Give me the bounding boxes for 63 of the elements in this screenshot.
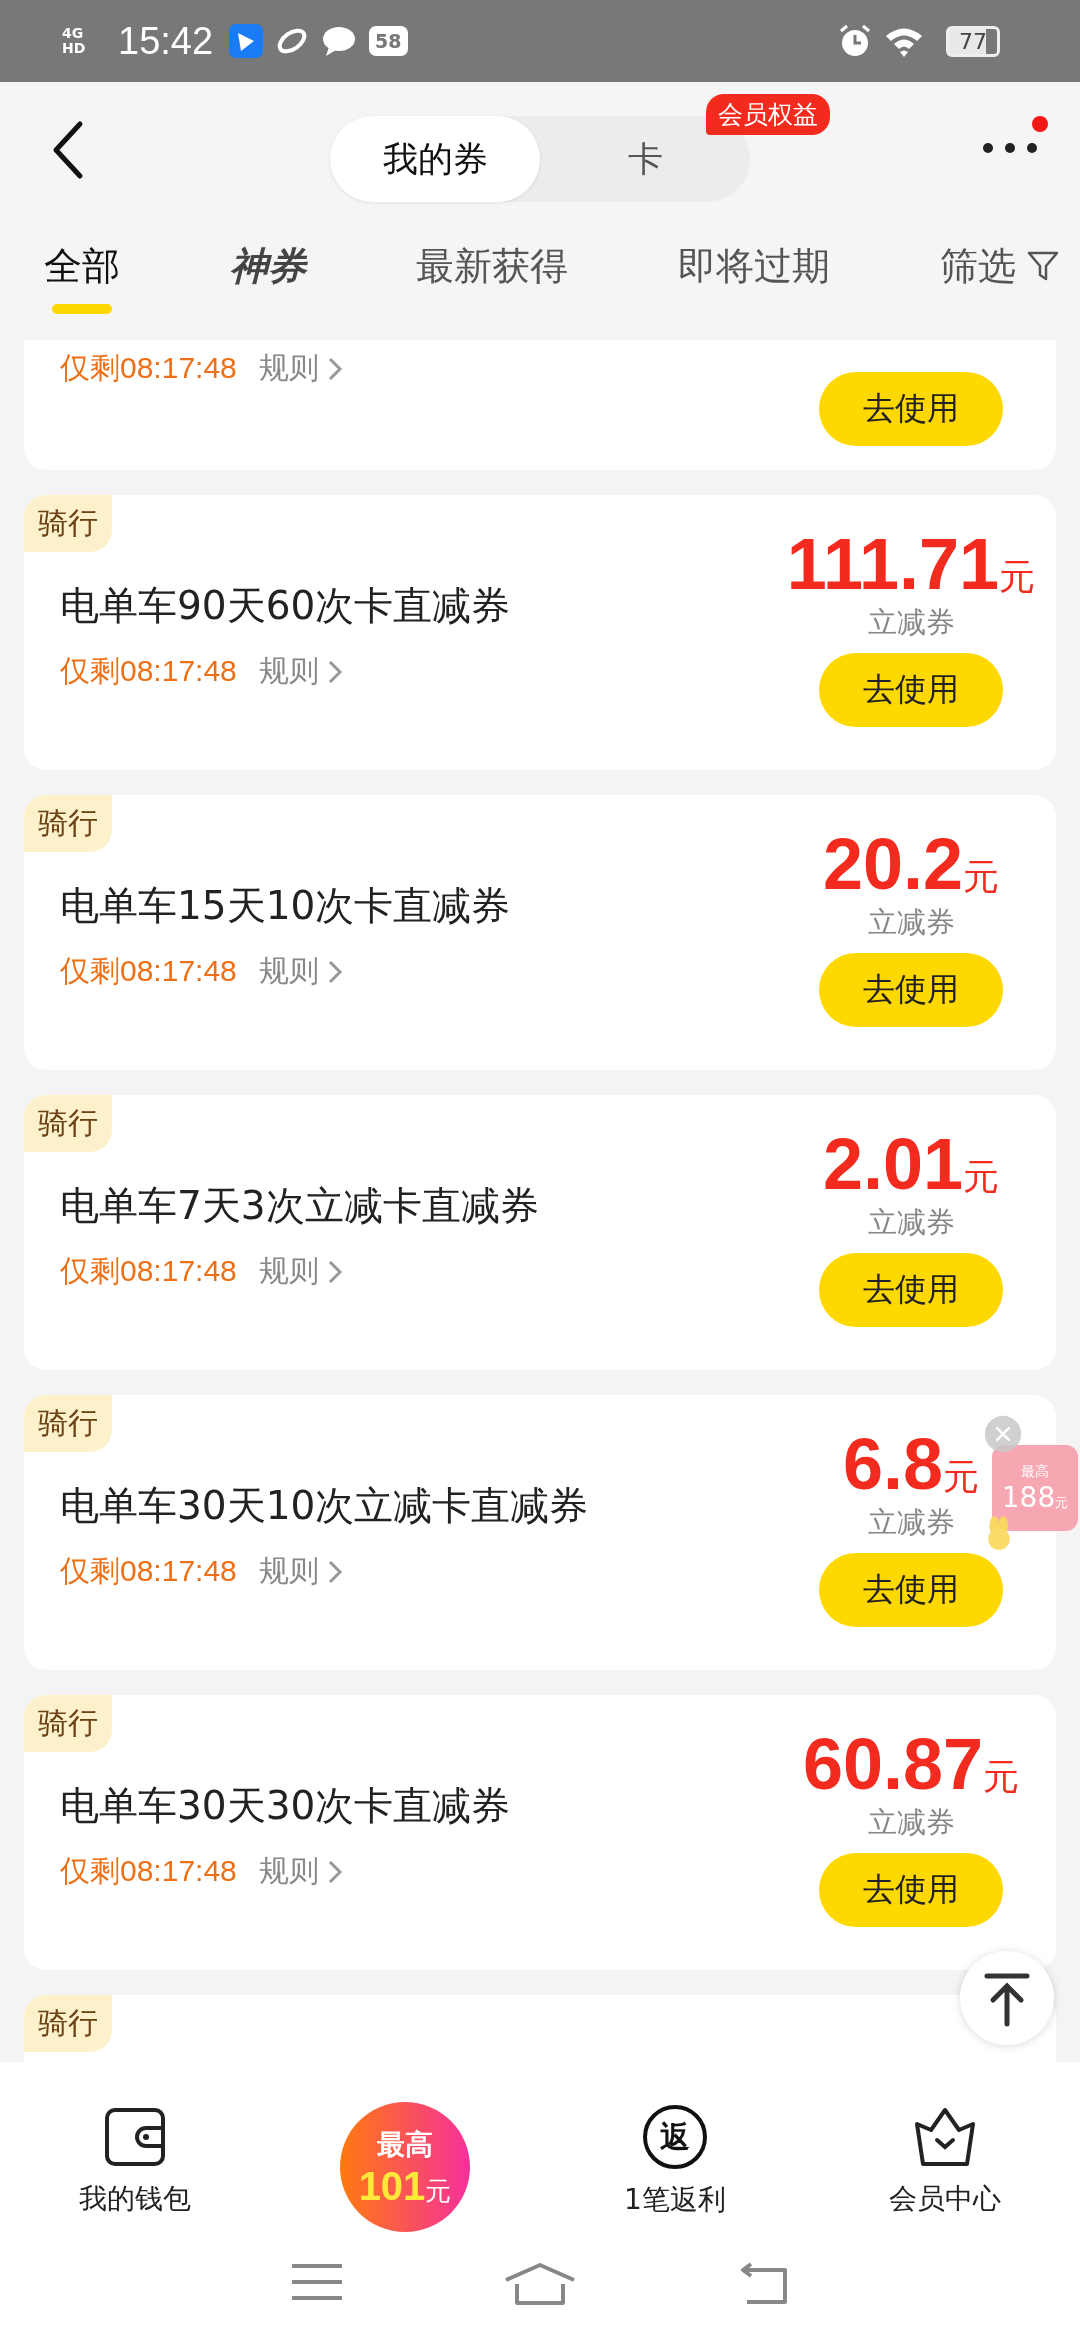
- rules-link[interactable]: 规则: [258, 651, 343, 692]
- coupon-amount: 2.01元: [822, 1123, 1000, 1203]
- rules-label: 规则: [258, 1552, 319, 1590]
- filter-tab[interactable]: 全部: [44, 222, 120, 314]
- use-button[interactable]: 去使用: [819, 653, 1003, 727]
- coupon-type: 立减券: [867, 1504, 955, 1541]
- countdown-text: 仅剩08:17:48: [60, 1253, 237, 1289]
- category-tag: 骑行: [24, 1395, 112, 1452]
- rules-label: 规则: [258, 652, 319, 690]
- category-tag: 骑行: [24, 1995, 112, 2052]
- promo-caption: 最高: [1021, 1462, 1049, 1481]
- countdown-text: 仅剩08:17:48: [60, 350, 237, 386]
- use-button[interactable]: 去使用: [819, 1853, 1003, 1927]
- category-tag: 骑行: [24, 1095, 112, 1152]
- rules-link[interactable]: 规则: [258, 1251, 343, 1292]
- coupon-type: 立减券: [867, 904, 955, 941]
- network-indicator: 4G HD: [62, 26, 87, 56]
- countdown-text: 仅剩08:17:48: [60, 953, 237, 989]
- coupon-title: 电单车15天10次卡直减券: [60, 882, 511, 930]
- rules-label: 规则: [258, 952, 319, 990]
- coupon-type: 立减券: [867, 1204, 955, 1241]
- rules-label: 规则: [258, 1252, 319, 1290]
- filter-tab[interactable]: 神券: [230, 222, 306, 314]
- rebate-icon[interactable]: 返: [643, 2105, 707, 2169]
- coupon-amount: 6.8元: [842, 1423, 980, 1503]
- promo-amount: 188元: [1001, 1480, 1069, 1514]
- status-time: 15:42: [118, 19, 214, 63]
- coupon-type: 立减券: [867, 1804, 955, 1841]
- category-tag: 骑行: [24, 795, 112, 852]
- countdown-text: 仅剩08:17:48: [60, 1853, 237, 1889]
- coupon-amount: 60.87元: [802, 1723, 1020, 1803]
- countdown-text: 仅剩08:17:48: [60, 1553, 237, 1589]
- rules-link[interactable]: 规则: [258, 1551, 343, 1592]
- use-button[interactable]: 去使用: [819, 1253, 1003, 1327]
- coupon-amount: 20.2元: [822, 823, 1000, 903]
- rules-link[interactable]: 规则: [258, 348, 343, 389]
- notification-count: 58: [369, 26, 408, 56]
- filter-tab[interactable]: 筛选: [940, 222, 1060, 314]
- nav-label[interactable]: 会员中心: [889, 2180, 1001, 2218]
- battery-indicator: 77: [946, 25, 1000, 57]
- nav-label[interactable]: 1笔返利: [624, 2181, 726, 2219]
- category-tag: 骑行: [24, 495, 112, 552]
- segment-tab[interactable]: 我的券: [330, 116, 540, 202]
- use-button[interactable]: 去使用: [819, 1553, 1003, 1627]
- member-badge: 会员权益: [706, 94, 830, 135]
- coupon-title: 电单车7天3次立减卡直减券: [60, 1182, 539, 1230]
- use-button[interactable]: 去使用: [819, 372, 1003, 446]
- rules-link[interactable]: 规则: [258, 951, 343, 992]
- category-tag: 骑行: [24, 1695, 112, 1752]
- coupon-title: 电单车30天30次卡直减券: [60, 1782, 511, 1830]
- countdown-text: 仅剩08:17:48: [60, 653, 237, 689]
- nav-label[interactable]: 我的钱包: [79, 2180, 191, 2218]
- promo-button[interactable]: 最高 101元: [340, 2102, 470, 2232]
- coupon-amount: 111.71元: [786, 523, 1036, 603]
- use-button[interactable]: 去使用: [819, 953, 1003, 1027]
- rules-link[interactable]: 规则: [258, 1851, 343, 1892]
- coupon-title: 电单车30天10次立减卡直减券: [60, 1482, 589, 1530]
- rules-label: 规则: [258, 1852, 319, 1890]
- coupon-title: 电单车90天60次卡直减券: [60, 582, 511, 630]
- coupon-type: 立减券: [867, 604, 955, 641]
- filter-tab[interactable]: 即将过期: [678, 222, 830, 314]
- filter-tab[interactable]: 最新获得: [416, 222, 568, 314]
- rules-label: 规则: [258, 349, 319, 387]
